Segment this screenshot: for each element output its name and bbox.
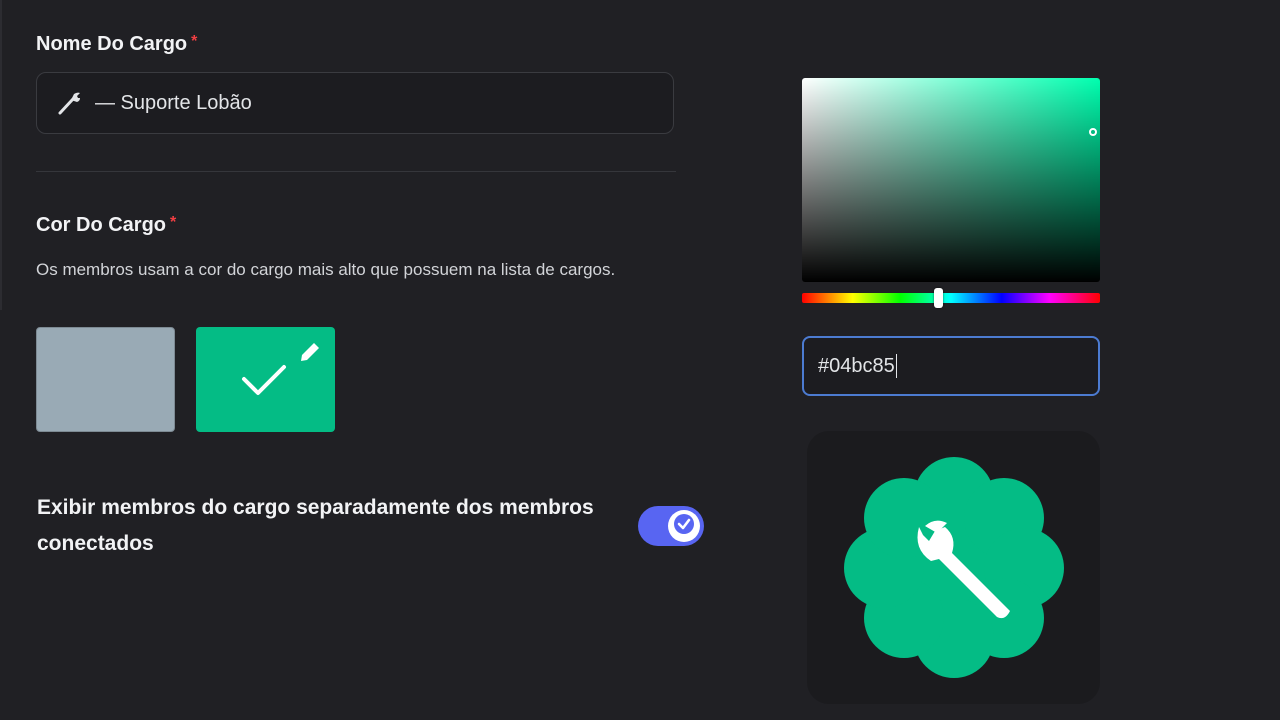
checkmark-icon — [673, 513, 695, 540]
role-name-label: Nome Do Cargo * — [36, 33, 198, 55]
checkmark-icon — [240, 361, 288, 402]
role-color-description: Os membros usam a cor do cargo mais alto… — [36, 260, 616, 279]
role-name-input[interactable]: — Suporte Lobão — [36, 72, 674, 134]
custom-color-swatch[interactable] — [196, 327, 335, 432]
hex-color-input[interactable]: #04bc85 — [802, 336, 1100, 396]
hue-slider[interactable] — [802, 288, 1100, 308]
display-separately-label: Exibir membros do cargo separadamente do… — [37, 496, 594, 555]
left-divider — [0, 0, 2, 310]
display-separately-toggle[interactable] — [638, 506, 704, 546]
wrench-icon — [55, 89, 83, 117]
hue-slider-handle[interactable] — [934, 288, 943, 308]
required-mark: * — [191, 33, 198, 50]
hex-color-value: #04bc85 — [818, 354, 895, 377]
role-icon-preview — [807, 431, 1100, 704]
role-color-label: Cor Do Cargo * — [36, 214, 177, 236]
required-mark: * — [170, 214, 177, 231]
saturation-cursor[interactable] — [1089, 128, 1097, 136]
pencil-icon — [297, 339, 323, 370]
text-caret — [895, 354, 897, 378]
toggle-knob — [668, 510, 700, 542]
role-settings-page: Nome Do Cargo * — Suporte Lobão Cor Do Ca… — [0, 0, 1280, 720]
role-name-value: — Suporte Lobão — [95, 91, 252, 114]
default-color-swatch[interactable] — [36, 327, 175, 432]
saturation-picker[interactable] — [802, 78, 1100, 282]
section-divider — [36, 171, 676, 172]
badge-wrench-icon — [844, 457, 1064, 678]
